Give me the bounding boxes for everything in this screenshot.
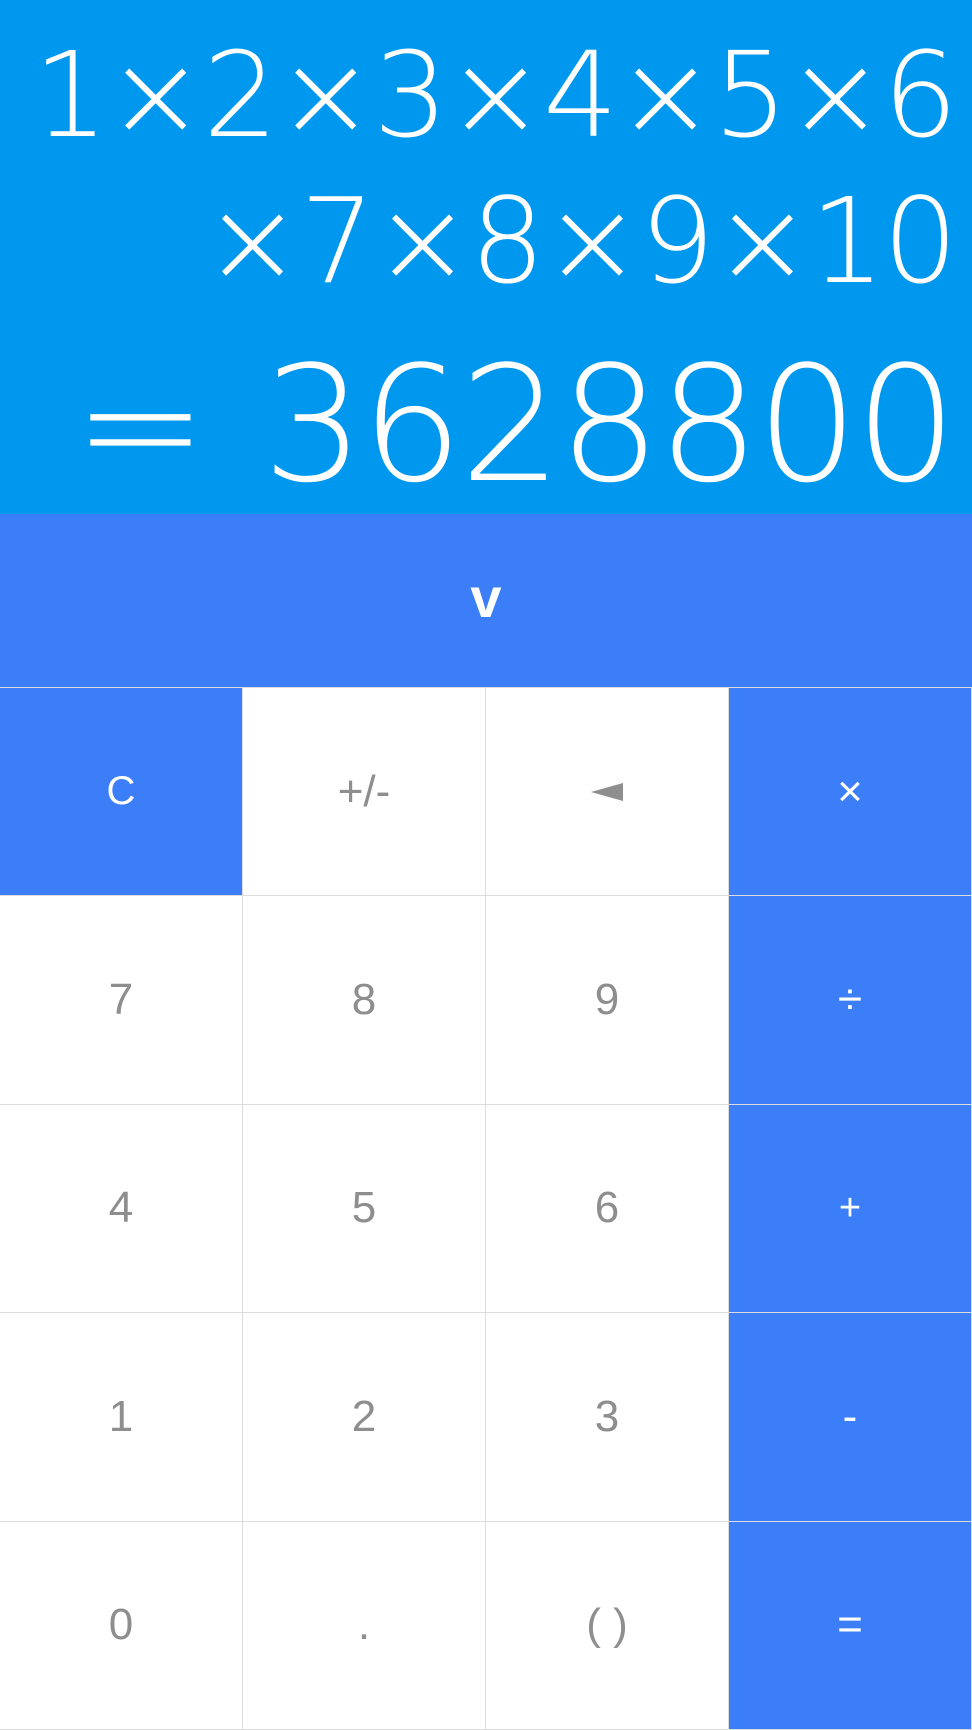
add-button[interactable]: + — [728, 1103, 972, 1314]
digit-6-button[interactable]: 6 — [485, 1103, 729, 1314]
divide-button[interactable]: ÷ — [728, 895, 972, 1105]
keypad: C +/- × 7 8 9 ÷ 4 5 6 + 1 2 3 - 0 . ( ) … — [0, 687, 972, 1730]
calculator-app: 1×2×3×4×5×6×7×8×9×10 = 3628800 v C +/- × … — [0, 0, 972, 1730]
chevron-down-icon: v — [470, 566, 502, 629]
result-text: = 3628800 — [73, 340, 957, 520]
subtract-button[interactable]: - — [728, 1312, 972, 1522]
display-panel: 1×2×3×4×5×6×7×8×9×10 = 3628800 — [0, 0, 972, 514]
collapse-toggle-button[interactable]: v — [0, 514, 972, 688]
digit-5-button[interactable]: 5 — [242, 1103, 486, 1314]
digit-7-button[interactable]: 7 — [0, 895, 243, 1105]
result-value: 3628800 — [262, 331, 957, 518]
decimal-button[interactable]: . — [242, 1520, 486, 1730]
digit-3-button[interactable]: 3 — [485, 1312, 729, 1522]
negate-button[interactable]: +/- — [242, 687, 486, 897]
equals-sign: = — [73, 331, 207, 518]
backspace-button[interactable] — [485, 687, 729, 897]
parentheses-button[interactable]: ( ) — [485, 1520, 729, 1730]
expression-text: 1×2×3×4×5×6×7×8×9×10 — [33, 26, 958, 310]
equals-button[interactable]: = — [728, 1520, 972, 1730]
multiply-button[interactable]: × — [728, 687, 972, 897]
digit-4-button[interactable]: 4 — [0, 1103, 243, 1314]
digit-0-button[interactable]: 0 — [0, 1520, 243, 1730]
digit-2-button[interactable]: 2 — [242, 1312, 486, 1522]
digit-8-button[interactable]: 8 — [242, 895, 486, 1105]
backspace-icon — [591, 782, 623, 801]
clear-button[interactable]: C — [0, 687, 243, 897]
digit-1-button[interactable]: 1 — [0, 1312, 243, 1522]
digit-9-button[interactable]: 9 — [485, 895, 729, 1105]
